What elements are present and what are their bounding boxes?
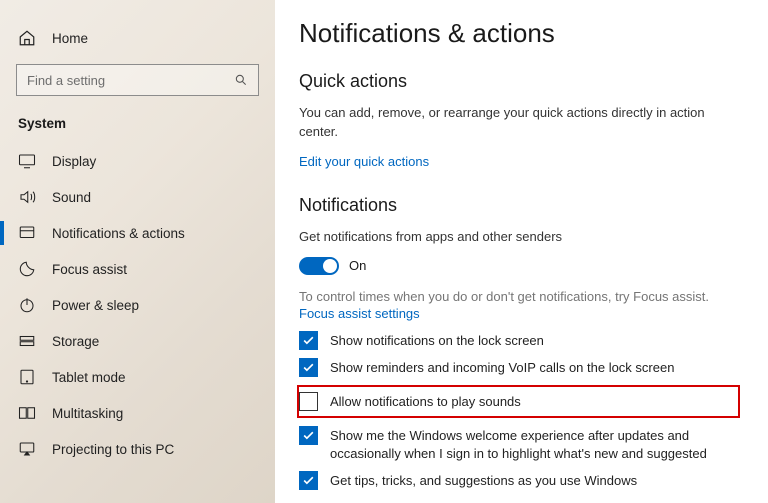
checkbox-icon[interactable] xyxy=(299,331,318,350)
sound-icon xyxy=(18,188,36,206)
sidebar-item-label: Projecting to this PC xyxy=(52,442,174,457)
check-voip[interactable]: Show reminders and incoming VoIP calls o… xyxy=(299,358,729,377)
checkbox-list: Show notifications on the lock screen Sh… xyxy=(299,331,740,491)
tablet-icon xyxy=(18,368,36,386)
checkbox-icon[interactable] xyxy=(299,471,318,490)
focus-hint: To control times when you do or don't ge… xyxy=(299,289,740,304)
highlight-box: Allow notifications to play sounds xyxy=(297,385,740,418)
sidebar-item-label: Sound xyxy=(52,190,91,205)
search-box[interactable] xyxy=(16,64,259,96)
sidebar-item-label: Focus assist xyxy=(52,262,127,277)
storage-icon xyxy=(18,332,36,350)
sidebar-item-sound[interactable]: Sound xyxy=(0,179,275,215)
notifications-toggle[interactable] xyxy=(299,257,339,275)
check-play-sounds[interactable]: Allow notifications to play sounds xyxy=(299,392,728,411)
multitasking-icon xyxy=(18,404,36,422)
page-title: Notifications & actions xyxy=(299,18,740,49)
search-icon xyxy=(234,73,248,87)
sidebar-item-label: Notifications & actions xyxy=(52,226,185,241)
focus-assist-icon xyxy=(18,260,36,278)
focus-assist-link[interactable]: Focus assist settings xyxy=(299,306,420,321)
check-lock-screen[interactable]: Show notifications on the lock screen xyxy=(299,331,729,350)
check-welcome[interactable]: Show me the Windows welcome experience a… xyxy=(299,426,729,463)
sidebar-item-power[interactable]: Power & sleep xyxy=(0,287,275,323)
checkbox-icon[interactable] xyxy=(299,426,318,445)
sidebar-item-label: Tablet mode xyxy=(52,370,126,385)
checkbox-icon[interactable] xyxy=(299,392,318,411)
check-label: Show me the Windows welcome experience a… xyxy=(330,426,729,463)
toggle-state: On xyxy=(349,258,366,273)
quick-actions-desc: You can add, remove, or rearrange your q… xyxy=(299,104,709,142)
sidebar: Home System Display Sound Notifications … xyxy=(0,0,275,503)
check-label: Allow notifications to play sounds xyxy=(330,392,521,411)
sidebar-item-tablet[interactable]: Tablet mode xyxy=(0,359,275,395)
check-label: Show reminders and incoming VoIP calls o… xyxy=(330,358,674,377)
section-header: System xyxy=(0,110,275,143)
projecting-icon xyxy=(18,440,36,458)
notifications-block: Notifications Get notifications from app… xyxy=(299,195,740,321)
sidebar-item-label: Display xyxy=(52,154,96,169)
notifications-toggle-row: On xyxy=(299,257,740,275)
sidebar-item-focus-assist[interactable]: Focus assist xyxy=(0,251,275,287)
sidebar-item-projecting[interactable]: Projecting to this PC xyxy=(0,431,275,467)
notifications-icon xyxy=(18,224,36,242)
notifications-toggle-label: Get notifications from apps and other se… xyxy=(299,228,709,247)
search-input[interactable] xyxy=(27,73,234,88)
sidebar-item-storage[interactable]: Storage xyxy=(0,323,275,359)
home-row[interactable]: Home xyxy=(0,20,275,56)
content: Notifications & actions Quick actions Yo… xyxy=(275,0,768,503)
power-icon xyxy=(18,296,36,314)
quick-actions-heading: Quick actions xyxy=(299,71,740,92)
sidebar-item-label: Multitasking xyxy=(52,406,123,421)
edit-quick-actions-link[interactable]: Edit your quick actions xyxy=(299,154,429,169)
checkbox-icon[interactable] xyxy=(299,358,318,377)
quick-actions-block: Quick actions You can add, remove, or re… xyxy=(299,71,740,169)
check-label: Show notifications on the lock screen xyxy=(330,331,544,350)
sidebar-item-label: Storage xyxy=(52,334,99,349)
sidebar-item-notifications[interactable]: Notifications & actions xyxy=(0,215,275,251)
notifications-heading: Notifications xyxy=(299,195,740,216)
check-tips[interactable]: Get tips, tricks, and suggestions as you… xyxy=(299,471,729,490)
check-label: Get tips, tricks, and suggestions as you… xyxy=(330,471,637,490)
display-icon xyxy=(18,152,36,170)
sidebar-item-multitasking[interactable]: Multitasking xyxy=(0,395,275,431)
search-wrap xyxy=(0,56,275,110)
sidebar-item-display[interactable]: Display xyxy=(0,143,275,179)
home-label: Home xyxy=(52,31,88,46)
home-icon xyxy=(18,29,36,47)
sidebar-item-label: Power & sleep xyxy=(52,298,139,313)
